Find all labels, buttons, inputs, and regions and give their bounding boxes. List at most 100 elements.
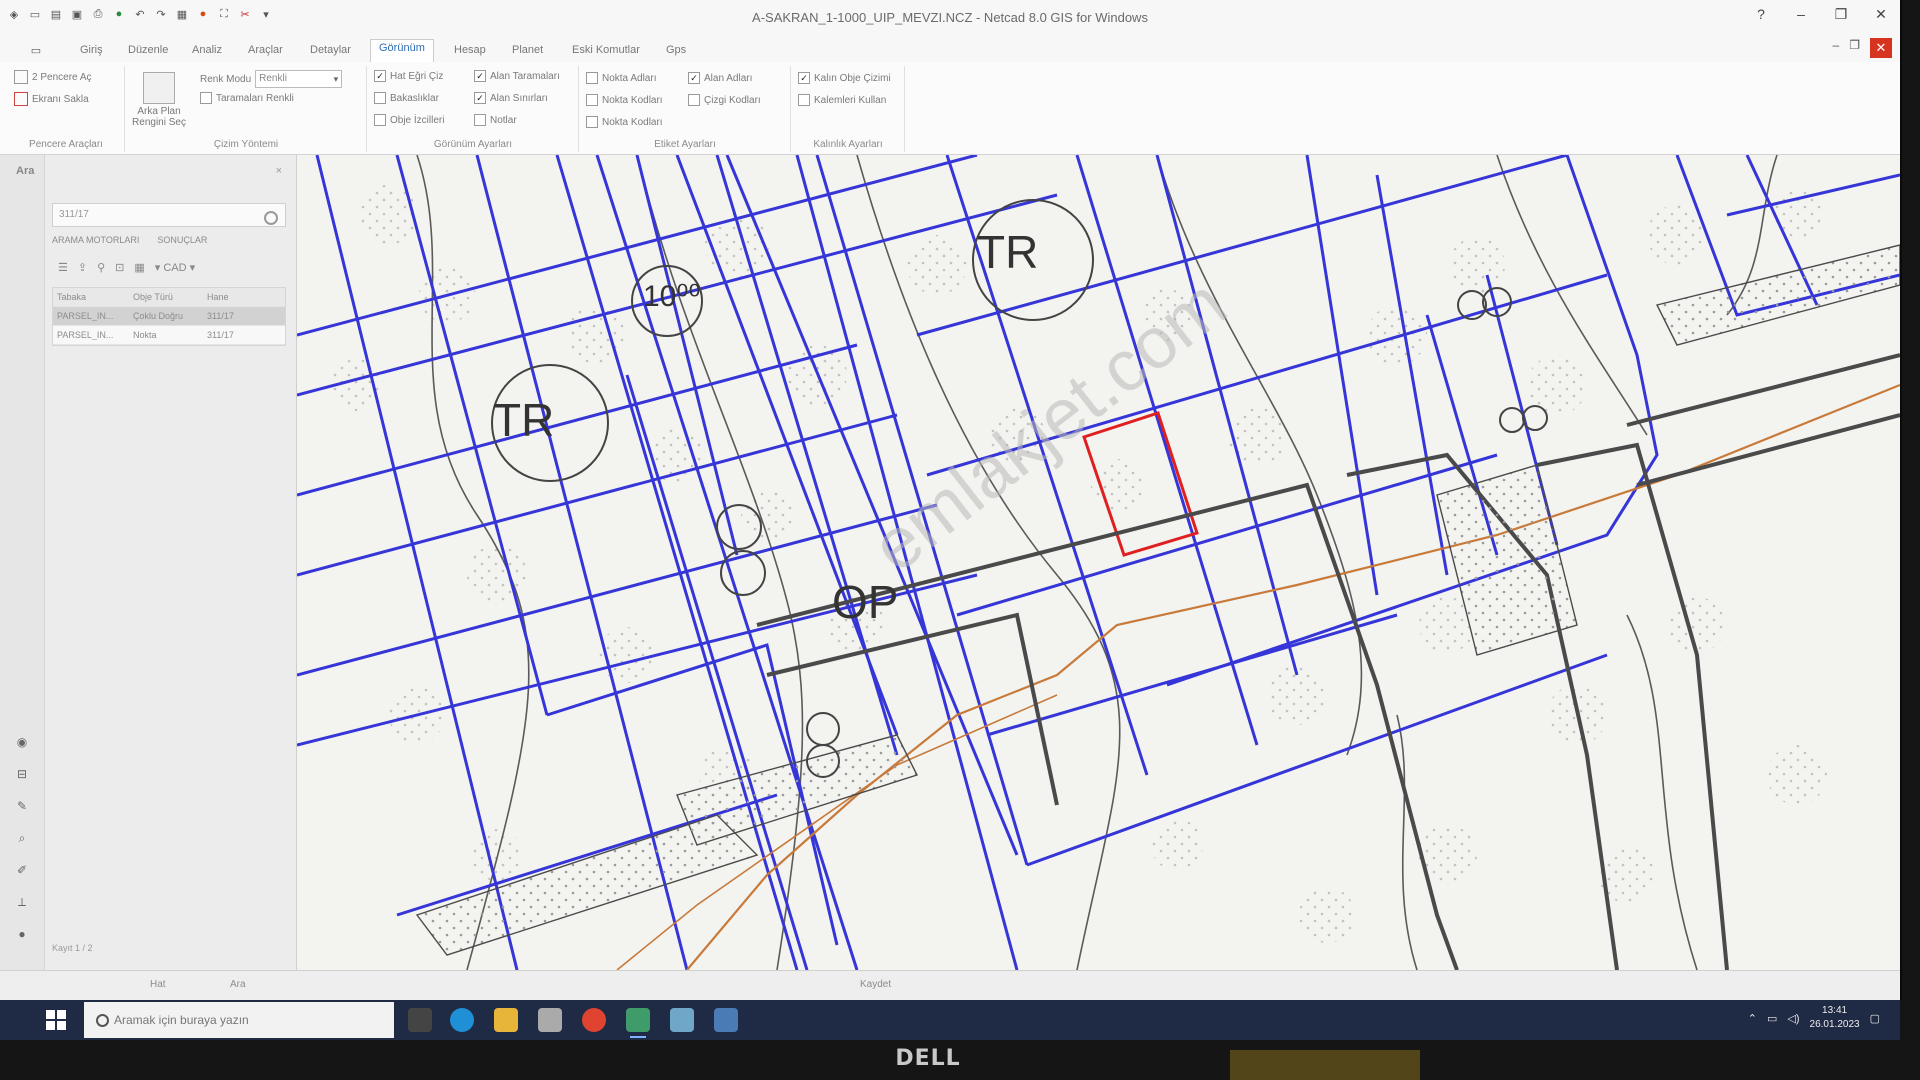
store-icon[interactable]	[538, 1008, 562, 1032]
tab-duzenle[interactable]: Düzenle	[120, 42, 176, 58]
netcad-window: ◈ ▭ ▤ ▣ ⎙ ● ↶ ↷ ▦ ● ⛶ ✂ ▾ A-SAKRAN_1-100…	[0, 0, 1902, 1040]
color-mode-select[interactable]: Renkli	[255, 70, 343, 88]
close-button[interactable]: ✕	[1872, 6, 1890, 23]
app-icon-2[interactable]	[670, 1008, 694, 1032]
zoom-to-icon[interactable]: ⊡	[115, 261, 124, 274]
table-row[interactable]: PARSEL_IN... Nokta 311/17	[53, 326, 285, 345]
color-mode-row: Renk Modu Renkli	[200, 70, 343, 88]
nokta-kodlari-2-checkbox[interactable]: Nokta Kodları	[586, 116, 663, 128]
nokta-adlari-checkbox[interactable]: Nokta Adları	[586, 72, 656, 84]
paint-icon	[143, 72, 175, 104]
windows-taskbar: Aramak için buraya yazın ⌃ ▭ ◁) 13:41 26…	[0, 1000, 1900, 1040]
measure-icon[interactable]: ⟂	[15, 895, 29, 909]
checkbox-checked: ✓	[688, 72, 700, 84]
target-icon[interactable]: ◉	[15, 735, 29, 749]
pen-icon[interactable]: ✐	[15, 863, 29, 877]
panel-close-icon[interactable]: ×	[276, 165, 282, 177]
app-icon-3[interactable]	[714, 1008, 738, 1032]
table-row[interactable]: PARSEL_IN... Çoklu Doğru 311/17	[53, 307, 285, 326]
tab-planet[interactable]: Planet	[504, 42, 551, 58]
notlar-checkbox[interactable]: Notlar	[474, 114, 517, 126]
results-table: Tabaka Obje Türü Hane PARSEL_IN... Çoklu…	[52, 287, 286, 346]
group-label: Görünüm Ayarları	[433, 139, 513, 150]
export-icon[interactable]: ⇪	[78, 261, 87, 274]
kalin-obje-checkbox[interactable]: ✓ Kalın Obje Çizimi	[798, 72, 891, 84]
tab-analiz[interactable]: Analiz	[184, 42, 230, 58]
window-title: A-SAKRAN_1-1000_UIP_MEVZI.NCZ - Netcad 8…	[752, 10, 1148, 25]
doc-restore-button[interactable]: ❐	[1849, 38, 1860, 58]
group-label: Kalınlık Ayarları	[813, 139, 883, 150]
tab-giris[interactable]: Giriş	[72, 42, 111, 58]
window-controls: ? – ❐ ✕	[1752, 6, 1890, 23]
layers-icon[interactable]: ⊟	[15, 767, 29, 781]
hat-egri-checkbox[interactable]: ✓ Hat Eğri Çiz	[374, 70, 443, 82]
globe-icon[interactable]: ●	[15, 927, 29, 941]
edge-icon[interactable]	[450, 1008, 474, 1032]
notification-icon[interactable]: ▢	[1870, 1012, 1880, 1025]
status-bar: Hat Ara Kaydet	[0, 970, 1900, 1001]
background-color-button[interactable]: Arka Plan Rengini Seç	[130, 72, 188, 128]
tab-gps[interactable]: Gps	[658, 42, 694, 58]
chevron-up-icon[interactable]: ⌃	[1748, 1012, 1757, 1025]
panel-toolbar: ☰ ⇪ ⚲ ⊡ ▦ ▾ CAD ▾	[58, 261, 195, 274]
tab-arama-motorlari[interactable]: ARAMA MOTORLARI	[52, 235, 139, 245]
status-item[interactable]: Ara	[230, 979, 246, 990]
chrome-icon[interactable]	[582, 1008, 606, 1032]
list-icon[interactable]: ☰	[58, 261, 68, 274]
search-input[interactable]: 311/17	[52, 203, 286, 227]
obje-izcilleri-checkbox[interactable]: Obje İzcilleri	[374, 114, 444, 126]
tab-hesap[interactable]: Hesap	[446, 42, 494, 58]
group-cizim: Arka Plan Rengini Seç Renk Modu Renkli T…	[126, 66, 367, 152]
minimize-button[interactable]: –	[1792, 6, 1810, 23]
group-etiket: Nokta Adları ✓ Alan Adları Nokta Kodları …	[580, 66, 791, 152]
kalemleri-kullan-checkbox[interactable]: Kalemleri Kullan	[798, 94, 886, 106]
edit-icon[interactable]: ✎	[15, 799, 29, 813]
two-window-button[interactable]: 2 Pencere Aç	[14, 70, 91, 84]
group-gorunum: ✓ Hat Eğri Çiz ✓ Alan Taramaları Bakaslıkl…	[368, 66, 579, 152]
tab-gorunum[interactable]: Görünüm	[370, 39, 434, 64]
map-canvas[interactable]: emlakjet.com TR TR 10⁰⁰ OP	[297, 155, 1900, 970]
taskbar-search-input[interactable]: Aramak için buraya yazın	[84, 1002, 394, 1038]
volume-icon[interactable]: ◁)	[1787, 1012, 1799, 1025]
search-icon[interactable]	[264, 211, 278, 225]
filter-icon[interactable]: ⚲	[97, 261, 105, 274]
status-item[interactable]: Kaydet	[860, 979, 891, 990]
cizgi-kodlari-checkbox[interactable]: Çizgi Kodları	[688, 94, 761, 106]
network-icon[interactable]: ▭	[1767, 1012, 1777, 1025]
netcad-icon[interactable]	[626, 1008, 650, 1038]
tab-sonuclar[interactable]: SONUÇLAR	[157, 235, 207, 245]
table-icon[interactable]: ▦	[134, 261, 144, 274]
tab-araclar[interactable]: Araçlar	[240, 42, 291, 58]
hide-screen-button[interactable]: Ekranı Sakla	[14, 92, 89, 106]
alan-taramalari-checkbox[interactable]: ✓ Alan Taramaları	[474, 70, 560, 82]
tarama-renkli-checkbox[interactable]: Taramaları Renkli	[200, 92, 294, 104]
group-pencere: 2 Pencere Aç Ekranı Sakla Pencere Araçla…	[8, 66, 125, 152]
zoom-icon[interactable]: ⌕	[15, 831, 29, 845]
screen: ◈ ▭ ▤ ▣ ⎙ ● ↶ ↷ ▦ ● ⛶ ✂ ▾ A-SAKRAN_1-100…	[0, 0, 1920, 1080]
tab-eski-komutlar[interactable]: Eski Komutlar	[564, 42, 648, 58]
tab-detaylar[interactable]: Detaylar	[302, 42, 359, 58]
file-explorer-icon[interactable]	[494, 1008, 518, 1032]
system-tray: ⌃ ▭ ◁) 13:41 26.01.2023 ▢	[1748, 1004, 1880, 1032]
alan-adlari-checkbox[interactable]: ✓ Alan Adları	[688, 72, 752, 84]
help-button[interactable]: ?	[1752, 6, 1770, 23]
checkbox-checked: ✓	[798, 72, 810, 84]
app-menu-icon[interactable]: ▭	[28, 42, 44, 58]
doc-close-button[interactable]: ✕	[1870, 38, 1892, 58]
doc-minimize-button[interactable]: –	[1833, 38, 1840, 58]
bakasliklar-checkbox[interactable]: Bakaslıklar	[374, 92, 439, 104]
screen-icon	[14, 92, 28, 106]
clock[interactable]: 13:41 26.01.2023	[1810, 1004, 1860, 1032]
status-item[interactable]: Hat	[150, 979, 166, 990]
map-drawing: emlakjet.com	[297, 155, 1900, 970]
nokta-kodlari-checkbox[interactable]: Nokta Kodları	[586, 94, 663, 106]
restore-button[interactable]: ❐	[1832, 6, 1850, 23]
start-button[interactable]	[46, 1010, 66, 1030]
cad-dropdown[interactable]: ▾ CAD ▾	[155, 261, 195, 274]
checkbox-checked: ✓	[474, 92, 486, 104]
group-kalinlik: ✓ Kalın Obje Çizimi Kalemleri Kullan Kalı…	[792, 66, 905, 152]
alan-sinirlari-checkbox[interactable]: ✓ Alan Sınırları	[474, 92, 548, 104]
task-view-icon[interactable]	[408, 1008, 432, 1032]
map-label-tr-2: TR	[977, 226, 1039, 278]
ribbon-tabs: ▭ Giriş Düzenle Analiz Araçlar Detaylar …	[0, 38, 1900, 64]
